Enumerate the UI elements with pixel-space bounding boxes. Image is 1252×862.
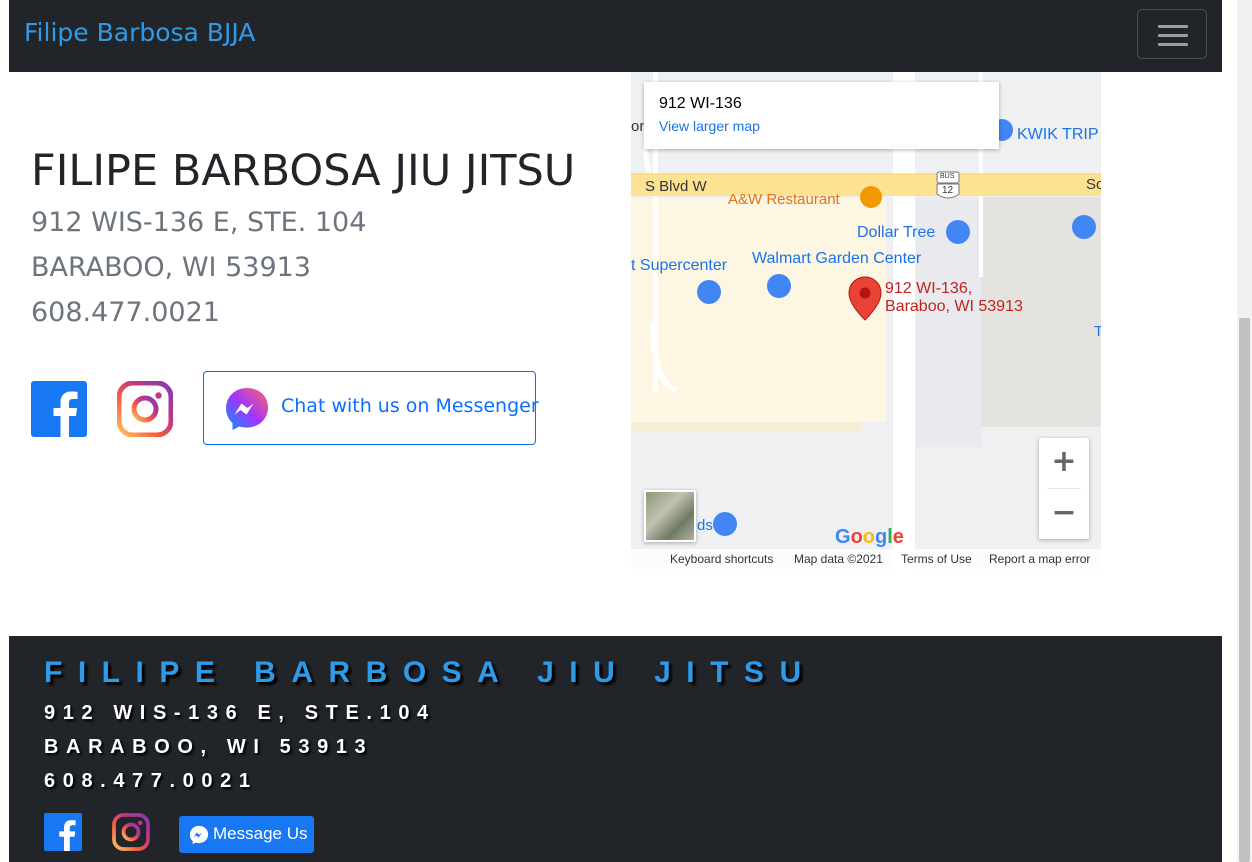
footer-address-line-1: 912 WIS-136 E, STE.104: [44, 702, 436, 724]
map-label-dollar: Dollar Tree: [857, 224, 936, 241]
messenger-button-label: Chat with us on Messenger: [281, 395, 539, 417]
map-pin-label-line1: 912 WI-136,: [885, 280, 973, 297]
map-label-garden: Walmart Garden Center: [752, 250, 922, 267]
map-zoom-controls: + −: [1039, 438, 1089, 539]
keyboard-shortcuts-link[interactable]: Keyboard shortcuts: [670, 552, 773, 566]
footer-title: FILIPE BARBOSA JIU JITSU: [44, 656, 817, 689]
footer: FILIPE BARBOSA JIU JITSU 912 WIS-136 E, …: [9, 636, 1222, 862]
map-label-kwik: KWIK TRIP: [1017, 126, 1099, 143]
zoom-in-button[interactable]: +: [1039, 438, 1089, 488]
map-label-t: T: [1094, 323, 1101, 340]
scrollbar-thumb[interactable]: [1239, 318, 1250, 862]
chat-messenger-button[interactable]: Chat with us on Messenger: [203, 371, 539, 445]
map-label-supercenter: t Supercenter: [631, 257, 728, 274]
map-pin-label-line2: Baraboo, WI 53913: [885, 298, 1023, 315]
map-label-street: S Blvd W: [645, 178, 707, 195]
footer-facebook-icon[interactable]: [44, 813, 82, 851]
navbar-brand[interactable]: Filipe Barbosa BJJA: [24, 18, 255, 47]
footer-phone: 608.477.0021: [44, 770, 258, 792]
messenger-icon: [226, 388, 268, 431]
footer-messenger-icon: [189, 825, 209, 845]
gym-title: FILIPE BARBOSA JIU JITSU: [31, 146, 576, 196]
report-map-error-link[interactable]: Report a map error: [989, 552, 1090, 566]
map-label-aw: A&W Restaurant: [728, 191, 840, 208]
map-label-so: So: [1086, 176, 1101, 193]
google-logo: Google: [835, 526, 904, 548]
message-us-button[interactable]: Message Us: [179, 816, 314, 853]
satellite-toggle-thumbnail[interactable]: [644, 490, 696, 542]
address-line-1: 912 WIS-136 E, STE. 104: [31, 207, 367, 238]
hamburger-menu-icon: [1158, 25, 1188, 28]
terms-of-use-link[interactable]: Terms of Use: [901, 552, 972, 566]
footer-instagram-icon[interactable]: [112, 813, 150, 851]
message-us-label: Message Us: [213, 824, 308, 843]
navbar: Filipe Barbosa BJJA: [9, 0, 1222, 72]
zoom-out-button[interactable]: −: [1039, 489, 1089, 539]
instagram-icon[interactable]: [116, 380, 174, 438]
google-map-embed[interactable]: S Blvd W A&W Restaurant KWIK TRIP Dollar…: [631, 72, 1101, 569]
phone-number: 608.477.0021: [31, 297, 220, 328]
facebook-icon[interactable]: [31, 381, 87, 437]
map-info-card: 912 WI-136 View larger map: [644, 82, 999, 149]
map-label-bus: BUS: [940, 173, 955, 180]
address-line-2: BARABOO, WI 53913: [31, 252, 311, 283]
map-data-text: Map data ©2021: [794, 552, 883, 566]
map-attribution-bar: Keyboard shortcuts Map data ©2021 Terms …: [631, 549, 1101, 569]
footer-address-line-2: BARABOO, WI 53913: [44, 736, 374, 758]
map-card-address: 912 WI-136: [659, 95, 742, 112]
navbar-toggle-button[interactable]: [1137, 9, 1207, 59]
page-scrollbar[interactable]: [1237, 0, 1252, 862]
map-label-ds: ds: [697, 517, 713, 534]
view-larger-map-link[interactable]: View larger map: [659, 118, 760, 134]
map-label-route: 12: [942, 185, 954, 196]
